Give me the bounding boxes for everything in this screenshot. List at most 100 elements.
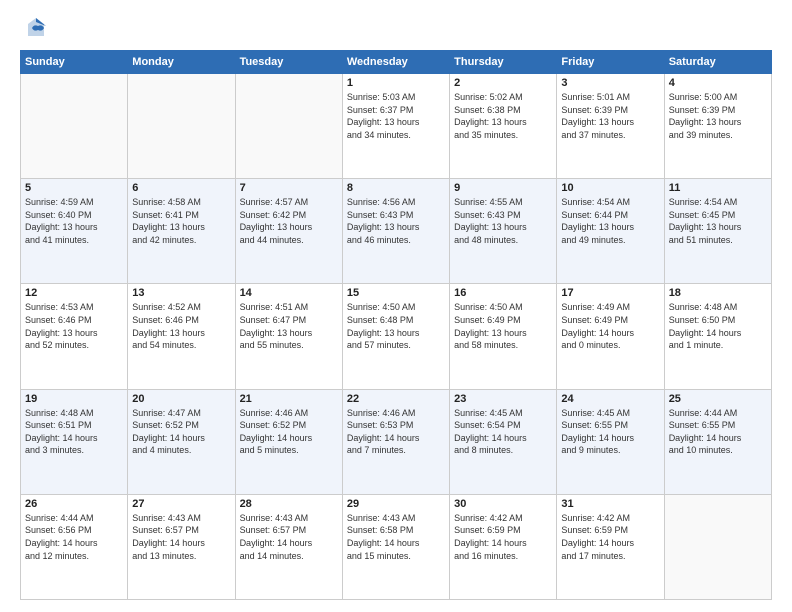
- calendar-week-3: 12 Sunrise: 4:53 AM Sunset: 6:46 PM Dayli…: [21, 284, 772, 389]
- day-info: Sunrise: 4:44 AM Sunset: 6:55 PM Dayligh…: [669, 407, 767, 457]
- calendar-cell: 19 Sunrise: 4:48 AM Sunset: 6:51 PM Dayli…: [21, 389, 128, 494]
- calendar-cell: [235, 74, 342, 179]
- day-number: 4: [669, 77, 767, 89]
- day-info: Sunrise: 5:00 AM Sunset: 6:39 PM Dayligh…: [669, 91, 767, 141]
- day-info: Sunrise: 4:58 AM Sunset: 6:41 PM Dayligh…: [132, 196, 230, 246]
- day-number: 21: [240, 393, 338, 405]
- calendar-cell: 14 Sunrise: 4:51 AM Sunset: 6:47 PM Dayli…: [235, 284, 342, 389]
- day-info: Sunrise: 4:52 AM Sunset: 6:46 PM Dayligh…: [132, 301, 230, 351]
- day-info: Sunrise: 4:53 AM Sunset: 6:46 PM Dayligh…: [25, 301, 123, 351]
- weekday-header-thursday: Thursday: [450, 51, 557, 74]
- calendar-cell: 21 Sunrise: 4:46 AM Sunset: 6:52 PM Dayli…: [235, 389, 342, 494]
- day-number: 20: [132, 393, 230, 405]
- weekday-header-sunday: Sunday: [21, 51, 128, 74]
- calendar-cell: 31 Sunrise: 4:42 AM Sunset: 6:59 PM Dayli…: [557, 494, 664, 599]
- day-number: 1: [347, 77, 445, 89]
- day-number: 15: [347, 287, 445, 299]
- calendar-cell: 8 Sunrise: 4:56 AM Sunset: 6:43 PM Daylig…: [342, 179, 449, 284]
- logo-icon: [24, 16, 48, 40]
- day-number: 11: [669, 182, 767, 194]
- weekday-header-friday: Friday: [557, 51, 664, 74]
- day-info: Sunrise: 4:55 AM Sunset: 6:43 PM Dayligh…: [454, 196, 552, 246]
- day-number: 25: [669, 393, 767, 405]
- day-info: Sunrise: 4:54 AM Sunset: 6:45 PM Dayligh…: [669, 196, 767, 246]
- calendar-week-2: 5Sunrise: 4:59 AM Sunset: 6:40 PM Daylig…: [21, 179, 772, 284]
- calendar-cell: [128, 74, 235, 179]
- day-number: 5: [25, 182, 123, 194]
- day-number: 24: [561, 393, 659, 405]
- calendar-cell: [21, 74, 128, 179]
- day-info: Sunrise: 4:51 AM Sunset: 6:47 PM Dayligh…: [240, 301, 338, 351]
- day-number: 7: [240, 182, 338, 194]
- day-info: Sunrise: 4:56 AM Sunset: 6:43 PM Dayligh…: [347, 196, 445, 246]
- day-number: 12: [25, 287, 123, 299]
- day-info: Sunrise: 4:47 AM Sunset: 6:52 PM Dayligh…: [132, 407, 230, 457]
- calendar-week-4: 19 Sunrise: 4:48 AM Sunset: 6:51 PM Dayli…: [21, 389, 772, 494]
- day-number: 16: [454, 287, 552, 299]
- day-number: 10: [561, 182, 659, 194]
- calendar-cell: 4 Sunrise: 5:00 AM Sunset: 6:39 PM Daylig…: [664, 74, 771, 179]
- day-number: 31: [561, 498, 659, 510]
- calendar-cell: 24Sunrise: 4:45 AM Sunset: 6:55 PM Dayli…: [557, 389, 664, 494]
- day-number: 27: [132, 498, 230, 510]
- calendar-week-5: 26 Sunrise: 4:44 AM Sunset: 6:56 PM Dayli…: [21, 494, 772, 599]
- calendar-cell: 22 Sunrise: 4:46 AM Sunset: 6:53 PM Dayli…: [342, 389, 449, 494]
- calendar-cell: 25 Sunrise: 4:44 AM Sunset: 6:55 PM Dayli…: [664, 389, 771, 494]
- day-info: Sunrise: 4:44 AM Sunset: 6:56 PM Dayligh…: [25, 512, 123, 562]
- calendar-cell: 27 Sunrise: 4:43 AM Sunset: 6:57 PM Dayli…: [128, 494, 235, 599]
- day-info: Sunrise: 4:46 AM Sunset: 6:53 PM Dayligh…: [347, 407, 445, 457]
- day-number: 17: [561, 287, 659, 299]
- day-number: 14: [240, 287, 338, 299]
- day-info: Sunrise: 4:48 AM Sunset: 6:50 PM Dayligh…: [669, 301, 767, 351]
- calendar-cell: 1 Sunrise: 5:03 AM Sunset: 6:37 PM Daylig…: [342, 74, 449, 179]
- day-info: Sunrise: 4:42 AM Sunset: 6:59 PM Dayligh…: [561, 512, 659, 562]
- calendar-cell: 20 Sunrise: 4:47 AM Sunset: 6:52 PM Dayli…: [128, 389, 235, 494]
- day-info: Sunrise: 5:02 AM Sunset: 6:38 PM Dayligh…: [454, 91, 552, 141]
- weekday-header-wednesday: Wednesday: [342, 51, 449, 74]
- day-info: Sunrise: 4:46 AM Sunset: 6:52 PM Dayligh…: [240, 407, 338, 457]
- day-number: 18: [669, 287, 767, 299]
- day-info: Sunrise: 4:48 AM Sunset: 6:51 PM Dayligh…: [25, 407, 123, 457]
- weekday-header-tuesday: Tuesday: [235, 51, 342, 74]
- calendar-cell: 17 Sunrise: 4:49 AM Sunset: 6:49 PM Dayli…: [557, 284, 664, 389]
- day-number: 19: [25, 393, 123, 405]
- day-number: 30: [454, 498, 552, 510]
- day-number: 2: [454, 77, 552, 89]
- weekday-header-row: SundayMondayTuesdayWednesdayThursdayFrid…: [21, 51, 772, 74]
- page: SundayMondayTuesdayWednesdayThursdayFrid…: [0, 0, 792, 612]
- calendar-cell: 18 Sunrise: 4:48 AM Sunset: 6:50 PM Dayli…: [664, 284, 771, 389]
- calendar-cell: 3Sunrise: 5:01 AM Sunset: 6:39 PM Daylig…: [557, 74, 664, 179]
- day-number: 6: [132, 182, 230, 194]
- day-info: Sunrise: 4:50 AM Sunset: 6:49 PM Dayligh…: [454, 301, 552, 351]
- calendar-cell: 10 Sunrise: 4:54 AM Sunset: 6:44 PM Dayli…: [557, 179, 664, 284]
- day-number: 9: [454, 182, 552, 194]
- calendar-cell: 2 Sunrise: 5:02 AM Sunset: 6:38 PM Daylig…: [450, 74, 557, 179]
- weekday-header-monday: Monday: [128, 51, 235, 74]
- day-info: Sunrise: 4:45 AM Sunset: 6:54 PM Dayligh…: [454, 407, 552, 457]
- calendar-cell: 26 Sunrise: 4:44 AM Sunset: 6:56 PM Dayli…: [21, 494, 128, 599]
- calendar-cell: 28Sunrise: 4:43 AM Sunset: 6:57 PM Dayli…: [235, 494, 342, 599]
- calendar-cell: 11 Sunrise: 4:54 AM Sunset: 6:45 PM Dayli…: [664, 179, 771, 284]
- day-number: 28: [240, 498, 338, 510]
- calendar-cell: 7Sunrise: 4:57 AM Sunset: 6:42 PM Daylig…: [235, 179, 342, 284]
- calendar-cell: 16 Sunrise: 4:50 AM Sunset: 6:49 PM Dayli…: [450, 284, 557, 389]
- header: [20, 16, 772, 40]
- day-number: 22: [347, 393, 445, 405]
- day-info: Sunrise: 5:01 AM Sunset: 6:39 PM Dayligh…: [561, 91, 659, 141]
- day-info: Sunrise: 4:43 AM Sunset: 6:57 PM Dayligh…: [132, 512, 230, 562]
- calendar-cell: [664, 494, 771, 599]
- day-info: Sunrise: 5:03 AM Sunset: 6:37 PM Dayligh…: [347, 91, 445, 141]
- logo: [20, 16, 48, 40]
- calendar-cell: 30 Sunrise: 4:42 AM Sunset: 6:59 PM Dayli…: [450, 494, 557, 599]
- day-info: Sunrise: 4:42 AM Sunset: 6:59 PM Dayligh…: [454, 512, 552, 562]
- day-number: 23: [454, 393, 552, 405]
- calendar-cell: 29Sunrise: 4:43 AM Sunset: 6:58 PM Dayli…: [342, 494, 449, 599]
- calendar-cell: 15Sunrise: 4:50 AM Sunset: 6:48 PM Dayli…: [342, 284, 449, 389]
- day-info: Sunrise: 4:49 AM Sunset: 6:49 PM Dayligh…: [561, 301, 659, 351]
- day-info: Sunrise: 4:54 AM Sunset: 6:44 PM Dayligh…: [561, 196, 659, 246]
- day-number: 26: [25, 498, 123, 510]
- day-number: 29: [347, 498, 445, 510]
- calendar-week-1: 1 Sunrise: 5:03 AM Sunset: 6:37 PM Daylig…: [21, 74, 772, 179]
- day-number: 8: [347, 182, 445, 194]
- day-number: 13: [132, 287, 230, 299]
